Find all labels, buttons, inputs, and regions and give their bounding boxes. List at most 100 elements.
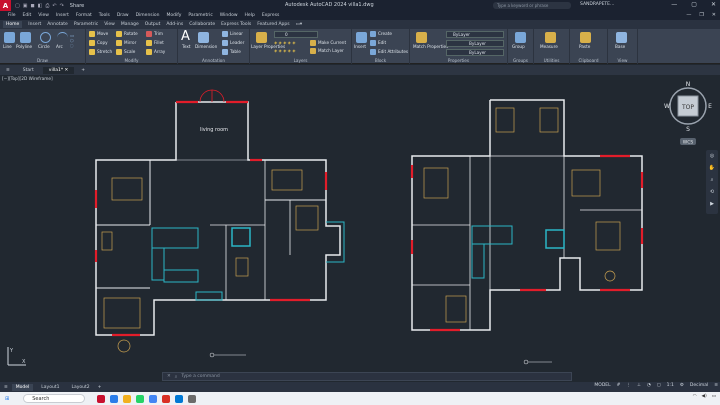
group-button[interactable]: Group bbox=[512, 44, 525, 49]
polar-icon[interactable]: ◔ bbox=[647, 383, 651, 388]
menu-express[interactable]: Express bbox=[262, 13, 280, 18]
tab-parametric[interactable]: Parametric bbox=[74, 22, 98, 27]
rotate-button[interactable]: Rotate bbox=[116, 31, 138, 37]
command-line[interactable]: ✕ ⌕ Type a command bbox=[162, 372, 572, 381]
menu-draw[interactable]: Draw bbox=[117, 13, 129, 18]
edit-attributes-button[interactable]: Edit Attributes bbox=[370, 49, 408, 55]
layer-state-icons[interactable]: ◈ ◈ ◈ ◈ ◈ bbox=[274, 48, 295, 53]
circle-icon[interactable] bbox=[40, 32, 51, 43]
autocad-app-icon[interactable] bbox=[97, 394, 106, 403]
text-icon[interactable]: A bbox=[181, 29, 190, 44]
tab-express-tools[interactable]: Express Tools bbox=[221, 22, 251, 27]
array-button[interactable]: Array bbox=[146, 49, 165, 55]
volume-icon[interactable]: ◀) bbox=[702, 394, 707, 399]
tab-annotate[interactable]: Annotate bbox=[47, 22, 68, 27]
redo-icon[interactable]: ↷ bbox=[60, 3, 64, 9]
showmotion-icon[interactable]: ▶ bbox=[706, 198, 718, 210]
menu-format[interactable]: Format bbox=[76, 13, 92, 18]
workspace-icon[interactable]: ⚙ bbox=[680, 383, 684, 388]
autocad-logo[interactable]: A bbox=[0, 0, 11, 11]
minimize-icon[interactable]: — bbox=[671, 1, 677, 8]
line-button[interactable]: Line bbox=[3, 44, 12, 49]
menu-tools[interactable]: Tools bbox=[99, 13, 110, 18]
zoom-icon[interactable]: ⌕ bbox=[706, 174, 718, 186]
layer-tools-icons[interactable]: ◈ ◈ ◈ ◈ ◈ bbox=[274, 40, 295, 45]
menu-window[interactable]: Window bbox=[220, 13, 238, 18]
line-icon[interactable] bbox=[4, 32, 15, 43]
edit-block-button[interactable]: Edit bbox=[370, 40, 386, 46]
grid-icon[interactable]: # bbox=[617, 383, 621, 388]
taskbar-search[interactable]: Search bbox=[23, 394, 86, 403]
menu-parametric[interactable]: Parametric bbox=[188, 13, 212, 18]
doc-restore-icon[interactable]: ❐ bbox=[699, 12, 703, 18]
tab-layout2[interactable]: Layout2 bbox=[67, 384, 93, 391]
explorer-app-icon[interactable] bbox=[123, 394, 132, 403]
new-tab-icon[interactable]: + bbox=[77, 68, 89, 73]
close-tab-icon[interactable]: ✕ bbox=[65, 68, 69, 73]
edge-app-icon[interactable] bbox=[110, 394, 119, 403]
ortho-icon[interactable]: ⊥ bbox=[637, 383, 641, 388]
menu-help[interactable]: Help bbox=[245, 13, 255, 18]
paste-icon[interactable] bbox=[580, 32, 591, 43]
tab-featured-apps[interactable]: Featured Apps bbox=[257, 22, 289, 27]
dimension-button[interactable]: Dimension bbox=[195, 44, 217, 49]
annotation-scale[interactable]: 1:1 bbox=[667, 383, 674, 388]
match-properties-button[interactable]: Match Properties bbox=[413, 44, 448, 49]
make-current-button[interactable]: Make Current bbox=[310, 40, 346, 46]
dimension-icon[interactable] bbox=[198, 32, 209, 43]
measure-icon[interactable] bbox=[545, 32, 556, 43]
osnap-icon[interactable]: ◻ bbox=[657, 383, 661, 388]
store-app-icon[interactable] bbox=[175, 394, 184, 403]
menu-view[interactable]: View bbox=[38, 13, 49, 18]
whatsapp-app-icon[interactable] bbox=[136, 394, 145, 403]
insert-block-icon[interactable] bbox=[356, 32, 367, 43]
menu-modify[interactable]: Modify bbox=[167, 13, 182, 18]
orbit-icon[interactable]: ⟲ bbox=[706, 186, 718, 198]
compass-north[interactable]: N bbox=[686, 81, 691, 88]
move-button[interactable]: Move bbox=[89, 31, 108, 37]
trim-button[interactable]: Trim bbox=[146, 31, 163, 37]
layer-dropdown[interactable]: 0 bbox=[274, 31, 318, 38]
tab-insert[interactable]: Insert bbox=[28, 22, 41, 27]
compass-west[interactable]: W bbox=[664, 103, 670, 110]
new-icon[interactable]: ▢ bbox=[15, 3, 20, 9]
leader-button[interactable]: Leader bbox=[222, 40, 244, 46]
color-dropdown[interactable]: ByLayer bbox=[446, 31, 504, 38]
ribbon-toggle-icon[interactable]: ▭▾ bbox=[296, 22, 303, 27]
insert-block-button[interactable]: Insert bbox=[354, 44, 366, 49]
paste-button[interactable]: Paste bbox=[579, 44, 590, 49]
add-layout-icon[interactable]: + bbox=[98, 385, 102, 390]
match-layer-button[interactable]: Match Layer bbox=[310, 48, 344, 54]
copy-button[interactable]: Copy bbox=[89, 40, 108, 46]
circle-button[interactable]: Circle bbox=[38, 44, 50, 49]
user-account[interactable]: SANDRAPETE... bbox=[580, 2, 614, 7]
measure-button[interactable]: Measure bbox=[540, 44, 558, 49]
command-input[interactable]: Type a command bbox=[181, 374, 219, 379]
arc-button[interactable]: Arc bbox=[56, 44, 63, 49]
base-view-button[interactable]: Base bbox=[615, 44, 625, 49]
lineweight-dropdown[interactable]: ByLayer bbox=[446, 49, 504, 56]
linear-button[interactable]: Linear bbox=[222, 31, 243, 37]
tab-manage[interactable]: Manage bbox=[121, 22, 139, 27]
close-icon[interactable]: ✕ bbox=[711, 1, 716, 8]
customize-icon[interactable]: ≡ bbox=[714, 383, 718, 388]
doc-close-icon[interactable]: ✕ bbox=[712, 12, 716, 18]
share-button[interactable]: Share bbox=[70, 3, 84, 9]
tab-layout1[interactable]: Layout1 bbox=[37, 384, 63, 391]
draw-more-icon[interactable]: ▭ ⬡ ◌ bbox=[70, 33, 74, 48]
base-view-icon[interactable] bbox=[616, 32, 627, 43]
fillet-button[interactable]: Fillet bbox=[146, 40, 164, 46]
polyline-button[interactable]: Polyline bbox=[16, 44, 32, 49]
text-button[interactable]: Text bbox=[182, 44, 190, 49]
tab-view[interactable]: View bbox=[104, 22, 115, 27]
wifi-icon[interactable]: ◠ bbox=[693, 394, 697, 399]
tab-start[interactable]: Start bbox=[17, 67, 40, 74]
units-selector[interactable]: Decimal bbox=[690, 383, 708, 388]
tab-villa1[interactable]: villa1* ✕ bbox=[42, 66, 75, 74]
stretch-button[interactable]: Stretch bbox=[89, 49, 112, 55]
battery-icon[interactable]: ▭ bbox=[712, 394, 716, 399]
linetype-dropdown[interactable]: ByLayer bbox=[446, 40, 504, 47]
menu-edit[interactable]: Edit bbox=[23, 13, 32, 18]
arc-icon[interactable] bbox=[57, 32, 68, 43]
viewcube[interactable]: TOP N S E W WCS bbox=[664, 78, 714, 148]
